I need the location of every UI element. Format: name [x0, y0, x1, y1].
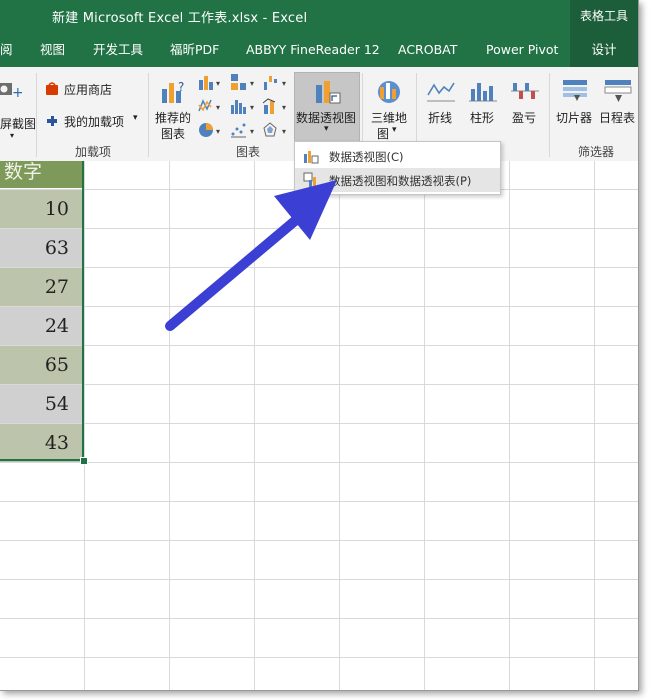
annotation-arrow-icon	[165, 180, 337, 331]
excel-window: 新建 Microsoft Excel 工作表.xlsx - Excel 表格工具…	[0, 0, 639, 691]
